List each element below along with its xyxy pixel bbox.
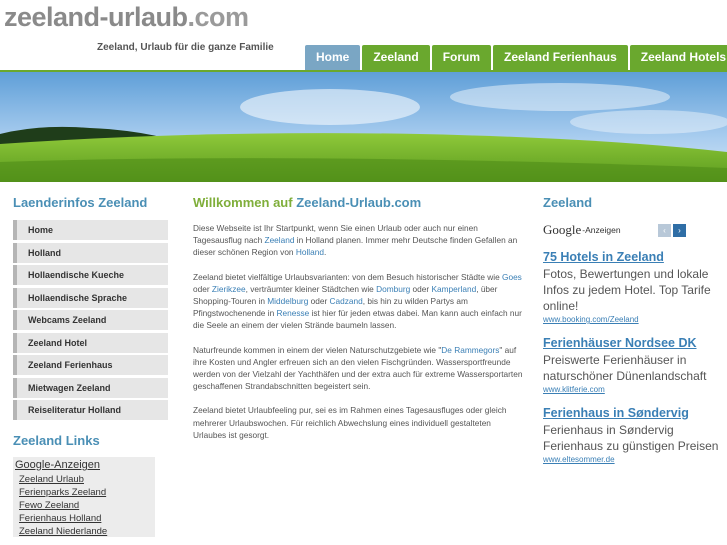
link-goes[interactable]: Goes [502,272,522,282]
ad-block: Ferienhaus in Søndervig Ferienhaus in Sø… [543,405,727,464]
left-sidebar-title: Laenderinfos Zeeland [13,195,148,210]
ad-title[interactable]: Ferienhäuser Nordsee DK [543,335,727,351]
ad-block: Ferienhäuser Nordsee DK Preiswerte Ferie… [543,335,727,394]
ad-block: 75 Hotels in Zeeland Fotos, Bewertungen … [543,249,727,324]
page-title: Willkommen auf Zeeland-Urlaub.com [193,195,525,210]
text-span: . [324,247,327,258]
links-title: Zeeland Links [13,433,100,448]
tab-zeeland-hotels[interactable]: Zeeland Hotels [629,45,727,70]
right-sidebar-title: Zeeland [543,195,593,210]
intro-paragraph: Diese Webseite ist Ihr Startpunkt, wenn … [193,222,525,259]
menu-item-mietwagen[interactable]: Mietwagen Zeeland [13,377,168,398]
link-zeeland[interactable]: Zeeland [265,235,295,245]
link-holland[interactable]: Holland [296,247,324,257]
tab-home[interactable]: Home [305,45,361,70]
ad-title[interactable]: 75 Hotels in Zeeland [543,249,727,265]
google-logo: Google [543,222,582,237]
google-ads-header: Google -Anzeigen ‹ › [543,222,727,238]
menu-item-sprache[interactable]: Hollaendische Sprache [13,287,168,308]
ad-links-list: Zeeland Urlaub Ferienparks Zeeland Fewo … [15,473,155,538]
ad-link[interactable]: Fewo Zeeland [19,499,155,512]
link-de-rammegors[interactable]: De Rammegors [441,345,499,355]
title-prefix: Willkommen auf [193,195,293,210]
text-span: oder [410,283,432,294]
ad-pager: ‹ › [658,223,686,237]
text-span: Zeeland bietet vielfältige Urlaubsvarian… [193,271,502,282]
ad-url[interactable]: www.klitferie.com [543,385,727,394]
google-ads-box: Google-Anzeigen Zeeland Urlaub Ferienpar… [13,457,155,537]
menu-item-ferienhaus[interactable]: Zeeland Ferienhaus [13,355,168,375]
google-ads-label: -Anzeigen [582,225,621,235]
tab-zeeland[interactable]: Zeeland [362,45,430,70]
right-sidebar: Zeeland Google -Anzeigen ‹ › 75 Hotels i… [543,195,727,464]
menu-item-reiseliteratur[interactable]: Reiseliteratur Holland [13,400,168,420]
text-span: Naturfreunde kommen in einem der vielen … [193,344,442,355]
link-kamperland[interactable]: Kamperland [431,284,476,294]
ad-link[interactable]: Ferienhaus Holland [19,512,155,525]
main-content: Willkommen auf Zeeland-Urlaub.com Diese … [193,195,525,441]
chevron-left-icon[interactable]: ‹ [658,223,671,237]
text-span: oder [308,296,330,307]
left-sidebar: Laenderinfos Zeeland Home Holland Hollae… [13,195,168,537]
link-middelburg[interactable]: Middelburg [267,296,308,306]
text-span: , verträumter kleiner Städtchen wie [245,283,377,294]
menu-item-webcams[interactable]: Webcams Zeeland [13,310,168,330]
chevron-right-icon[interactable]: › [673,223,686,237]
ad-link[interactable]: Zeeland Niederlande [19,525,155,538]
menu-item-hotel[interactable]: Zeeland Hotel [13,332,168,353]
menu-item-holland[interactable]: Holland [13,242,168,263]
ad-url[interactable]: www.booking.com/Zeeland [543,315,727,324]
ad-text: Fotos, Bewertungen und lokale Infos zu j… [543,267,711,313]
ad-text: Ferienhaus in Søndervig Ferienhaus zu gü… [543,423,719,453]
urlaubfeeling-paragraph: Zeeland bietet Urlaubfeeling pur, sei es… [193,405,507,440]
ad-link[interactable]: Zeeland Urlaub [19,473,155,486]
site-logo[interactable]: zeeland-urlaub.com [4,2,249,33]
header-banner-image [0,72,727,182]
link-renesse[interactable]: Renesse [277,308,310,318]
link-cadzand[interactable]: Cadzand [330,296,363,306]
natur-paragraph: Naturfreunde kommen in einem der vielen … [193,344,525,393]
link-zierikzee[interactable]: Zierikzee [212,284,246,294]
site-tagline: Zeeland, Urlaub für die ganze Familie [97,42,274,53]
ad-title[interactable]: Ferienhaus in Søndervig [543,405,727,421]
title-site-name: Zeeland-Urlaub.com [296,195,422,210]
tab-forum[interactable]: Forum [431,45,492,70]
ad-url[interactable]: www.eltesommer.de [543,455,727,464]
logo-extension: .com [187,2,250,32]
link-domburg[interactable]: Domburg [376,284,410,294]
main-navigation: Home Zeeland Forum Zeeland Ferienhaus Ze… [305,45,727,70]
menu-item-home[interactable]: Home [13,220,168,240]
google-ads-heading[interactable]: Google-Anzeigen [15,459,155,471]
tab-zeeland-ferienhaus[interactable]: Zeeland Ferienhaus [493,45,628,70]
ad-text: Preiswerte Ferienhäuser in naturschöner … [543,353,707,383]
logo-name: zeeland-urlaub [4,2,188,32]
ad-link[interactable]: Ferienparks Zeeland [19,486,155,499]
text-span: oder [193,283,212,294]
left-menu: Home Holland Hollaendische Kueche Hollae… [13,220,168,420]
varianten-paragraph: Zeeland bietet vielfältige Urlaubsvarian… [193,271,525,332]
menu-item-kueche[interactable]: Hollaendische Kueche [13,265,168,285]
